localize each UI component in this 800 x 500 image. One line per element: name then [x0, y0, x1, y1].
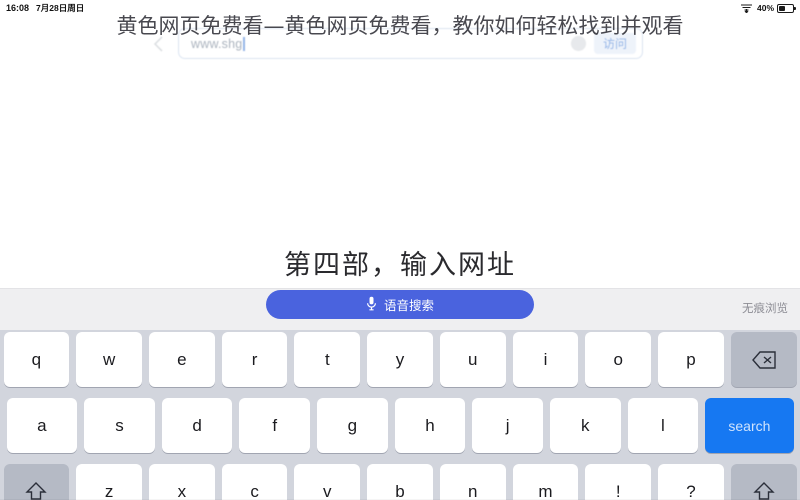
- key-label: d: [192, 415, 202, 435]
- key-u[interactable]: u: [439, 332, 506, 387]
- status-bar-right: 40%: [740, 3, 796, 13]
- status-bar-left: 16:08 7月28日周日: [6, 2, 84, 14]
- key-label: v: [323, 481, 332, 500]
- key-label: e: [177, 349, 187, 369]
- key-h[interactable]: h: [394, 398, 466, 453]
- key-s[interactable]: s: [84, 398, 155, 453]
- key-p[interactable]: p: [658, 332, 724, 387]
- key-label: b: [395, 481, 405, 500]
- key-label: i: [543, 349, 548, 369]
- key-a[interactable]: a: [6, 398, 78, 453]
- key-label: x: [177, 481, 187, 500]
- key-m[interactable]: m: [512, 464, 579, 500]
- keyboard-row-3: z x c v b n m!?: [0, 464, 800, 500]
- shift-key[interactable]: [3, 464, 70, 500]
- key-j[interactable]: j: [472, 398, 543, 453]
- key-l[interactable]: l: [627, 398, 699, 453]
- key-n[interactable]: n: [439, 464, 506, 500]
- key-o[interactable]: o: [585, 332, 652, 387]
- key-q[interactable]: q: [3, 332, 70, 387]
- key-label: w: [102, 349, 116, 369]
- browser-screen: 16:08 7月28日周日 40% 黄色网页免费看—黄色网页免费看，教你如何轻松…: [0, 0, 800, 500]
- shift-icon: [25, 481, 48, 500]
- key-label: !: [615, 481, 621, 500]
- key-b[interactable]: b: [367, 464, 433, 500]
- incognito-label[interactable]: 无痕浏览: [742, 300, 788, 316]
- key-?[interactable]: ?: [658, 464, 724, 500]
- instruction-heading: 第四部，输入网址: [284, 250, 516, 281]
- key-r[interactable]: r: [221, 332, 288, 387]
- key-label: n: [468, 481, 478, 500]
- key-x[interactable]: x: [148, 464, 215, 500]
- key-label: q: [31, 349, 42, 369]
- key-label: g: [347, 415, 358, 435]
- key-i[interactable]: i: [512, 332, 579, 387]
- key-v[interactable]: v: [294, 464, 361, 500]
- search-key[interactable]: search: [705, 398, 794, 453]
- key-label: s: [115, 415, 124, 435]
- voice-search-button[interactable]: 语音搜索: [266, 290, 534, 319]
- key-y[interactable]: y: [367, 332, 433, 387]
- status-time: 16:08: [6, 3, 30, 13]
- shift-icon: [753, 481, 775, 500]
- backspace-key[interactable]: [730, 332, 797, 387]
- key-label: k: [581, 415, 590, 435]
- key-label: r: [251, 349, 258, 369]
- keyboard-row-1: qwertyuiop: [0, 332, 800, 390]
- keyboard-row-2: a s d f g h j k l search: [0, 398, 800, 456]
- battery-percent-label: 40%: [756, 3, 774, 13]
- key-label: a: [37, 415, 47, 435]
- key-label: search: [728, 417, 771, 434]
- key-label: l: [661, 415, 665, 435]
- on-screen-keyboard: q w e r t y u i o p a s d f g h j k l search z x c v b n m!?: [0, 330, 800, 500]
- backspace-icon: [751, 350, 776, 369]
- voice-search-label: 语音搜索: [383, 299, 434, 313]
- status-bar: 16:08 7月28日周日 40%: [0, 0, 800, 16]
- status-date: 7月28日周日: [36, 3, 85, 13]
- key-label: z: [104, 481, 114, 500]
- key-e[interactable]: e: [148, 332, 215, 387]
- key-label: f: [272, 415, 278, 435]
- shift-key[interactable]: [730, 464, 797, 500]
- key-d[interactable]: d: [161, 398, 233, 453]
- key-label: t: [324, 349, 330, 369]
- key-k[interactable]: k: [549, 398, 621, 453]
- key-![interactable]: !: [585, 464, 652, 500]
- battery-icon: [777, 3, 796, 13]
- key-f[interactable]: f: [239, 398, 311, 453]
- key-label: y: [395, 349, 405, 369]
- key-label: ?: [686, 481, 696, 500]
- key-t[interactable]: t: [294, 332, 361, 387]
- key-label: h: [425, 415, 435, 435]
- key-z[interactable]: z: [76, 464, 142, 500]
- signal-icon: [740, 3, 754, 13]
- key-label: o: [613, 349, 623, 369]
- key-label: u: [468, 349, 478, 369]
- microphone-icon: [366, 296, 377, 314]
- key-label: j: [505, 415, 510, 435]
- key-g[interactable]: g: [317, 398, 388, 453]
- key-label: p: [686, 349, 696, 369]
- key-w[interactable]: w: [76, 332, 142, 387]
- key-label: m: [538, 481, 553, 500]
- key-label: c: [250, 481, 259, 500]
- key-c[interactable]: c: [221, 464, 288, 500]
